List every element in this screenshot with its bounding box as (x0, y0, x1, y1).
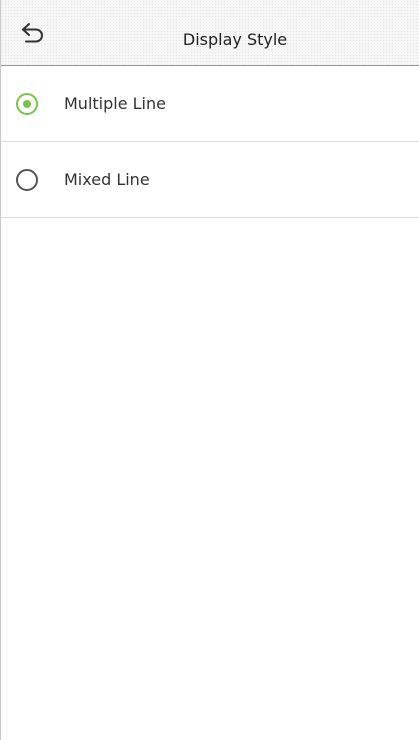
header-bar: Display Style (1, 0, 419, 66)
radio-multiple-line[interactable] (16, 93, 38, 115)
back-button[interactable] (19, 22, 51, 48)
back-arrow-icon (22, 23, 43, 43)
option-mixed-line[interactable]: Mixed Line (1, 142, 419, 218)
option-multiple-line[interactable]: Multiple Line (1, 66, 419, 142)
option-label: Multiple Line (64, 94, 166, 113)
page-title: Display Style (182, 30, 288, 49)
option-label: Mixed Line (64, 170, 150, 189)
option-list: Multiple Line Mixed Line (1, 66, 419, 218)
display-style-screen: Display Style Multiple Line Mixed Line (0, 0, 419, 740)
radio-mixed-line[interactable] (16, 169, 38, 191)
